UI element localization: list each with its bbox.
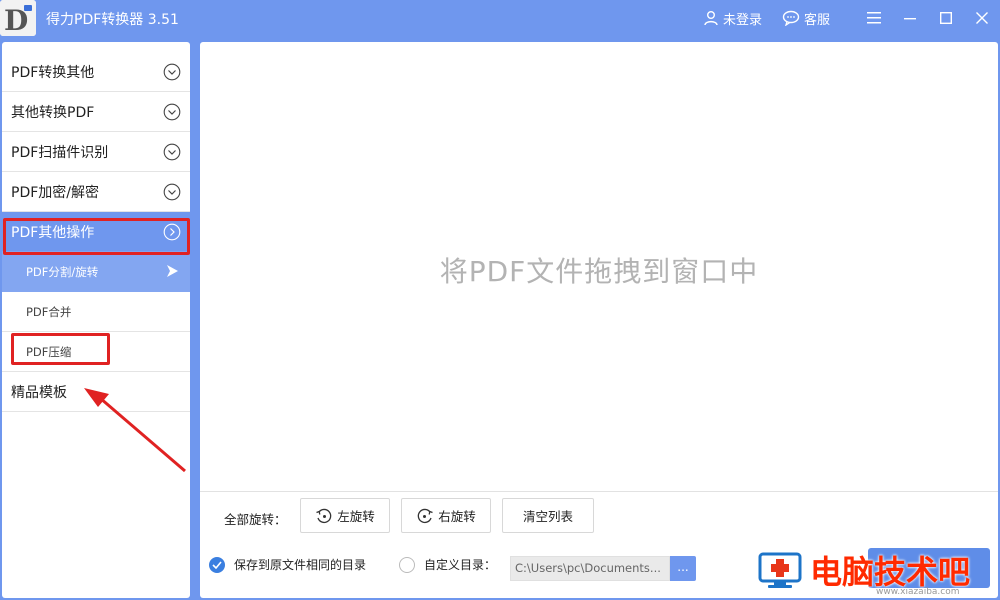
sub-item-label: PDF分割/旋转 — [26, 264, 99, 279]
title-bar: D 得力PDF转换器 3.51 未登录 客服 — [0, 0, 1000, 38]
sidebar-item-label: PDF加密/解密 — [11, 184, 99, 201]
service-label: 客服 — [803, 12, 830, 28]
file-drop-area[interactable]: 将PDF文件拖拽到窗口中 全部旋转： 左旋转 右旋转 清空列表 保存到原文件相同… — [200, 42, 998, 598]
divider — [200, 491, 998, 492]
sub-item-pdf-merge[interactable]: PDF合并 — [2, 292, 190, 332]
app-title: 得力PDF转换器 3.51 — [46, 12, 179, 28]
login-label: 未登录 — [722, 12, 762, 28]
save-same-dir-label: 保存到原文件相同的目录 — [234, 558, 367, 572]
customer-service-button[interactable]: 客服 — [782, 9, 830, 28]
sidebar-item-pdf-other-ops[interactable]: PDF其他操作 — [2, 212, 190, 252]
sub-item-pdf-split-rotate[interactable]: PDF分割/旋转 — [2, 252, 190, 292]
sidebar-item-pdf-ocr[interactable]: PDF扫描件识别 — [2, 132, 190, 172]
chat-bubble-icon — [782, 10, 800, 26]
chevron-down-icon — [163, 103, 181, 121]
close-icon — [976, 12, 988, 24]
minimize-button[interactable] — [892, 0, 928, 36]
monitor-plus-icon — [758, 552, 802, 588]
chevron-down-icon — [163, 183, 181, 201]
checkmark-icon[interactable] — [209, 556, 225, 573]
radio-icon[interactable] — [399, 556, 415, 573]
clear-list-label: 清空列表 — [522, 509, 573, 524]
rotate-right-icon — [417, 508, 433, 523]
maximize-button[interactable] — [928, 0, 964, 36]
rotate-left-button[interactable]: 左旋转 — [300, 498, 390, 533]
sidebar-item-other-to-pdf[interactable]: 其他转换PDF — [2, 92, 190, 132]
custom-dir-option[interactable]: 自定义目录： — [399, 556, 496, 573]
play-arrow-icon — [167, 265, 178, 277]
sidebar-item-label: 其他转换PDF — [11, 104, 95, 121]
close-button[interactable] — [964, 0, 1000, 36]
sub-item-label: PDF合并 — [26, 304, 72, 319]
sidebar-item-label: 精品模板 — [11, 384, 67, 401]
chevron-down-icon — [163, 143, 181, 161]
custom-dir-path-field[interactable]: C:\Users\pc\Documents... — [510, 556, 670, 581]
browse-button[interactable]: ... — [670, 556, 696, 581]
menu-button[interactable] — [856, 0, 892, 36]
app-logo-icon: D — [0, 0, 36, 36]
minimize-icon — [904, 18, 916, 20]
hamburger-menu-icon — [867, 12, 881, 24]
sidebar-item-label: PDF扫描件识别 — [11, 144, 109, 161]
watermark-url: www.xiazaiba.com — [876, 587, 960, 597]
drop-hint: 将PDF文件拖拽到窗口中 — [439, 255, 759, 288]
sub-item-label: PDF压缩 — [26, 344, 72, 359]
chevron-right-icon — [163, 223, 181, 241]
maximize-icon — [940, 12, 952, 24]
save-same-dir-option[interactable]: 保存到原文件相同的目录 — [209, 556, 366, 573]
user-icon — [704, 11, 718, 26]
sidebar-item-premium-templates[interactable]: 精品模板 — [2, 372, 190, 412]
rotate-left-label: 左旋转 — [337, 509, 375, 524]
sidebar: PDF转换其他 其他转换PDF PDF扫描件识别 PDF加密/解密 PDF其他操… — [2, 42, 190, 598]
sub-item-pdf-compress[interactable]: PDF压缩 — [2, 332, 190, 372]
clear-list-button[interactable]: 清空列表 — [502, 498, 594, 533]
rotate-right-label: 右旋转 — [438, 509, 476, 524]
custom-dir-label: 自定义目录： — [424, 558, 497, 572]
sidebar-item-pdf-to-other[interactable]: PDF转换其他 — [2, 52, 190, 92]
rotate-left-icon — [316, 508, 332, 523]
sidebar-item-label: PDF转换其他 — [11, 64, 95, 81]
sidebar-item-label: PDF其他操作 — [11, 224, 95, 241]
login-button[interactable]: 未登录 — [703, 9, 762, 28]
chevron-down-icon — [163, 63, 181, 81]
rotate-all-label: 全部旋转： — [224, 512, 287, 527]
rotate-right-button[interactable]: 右旋转 — [401, 498, 491, 533]
sidebar-item-pdf-encrypt[interactable]: PDF加密/解密 — [2, 172, 190, 212]
